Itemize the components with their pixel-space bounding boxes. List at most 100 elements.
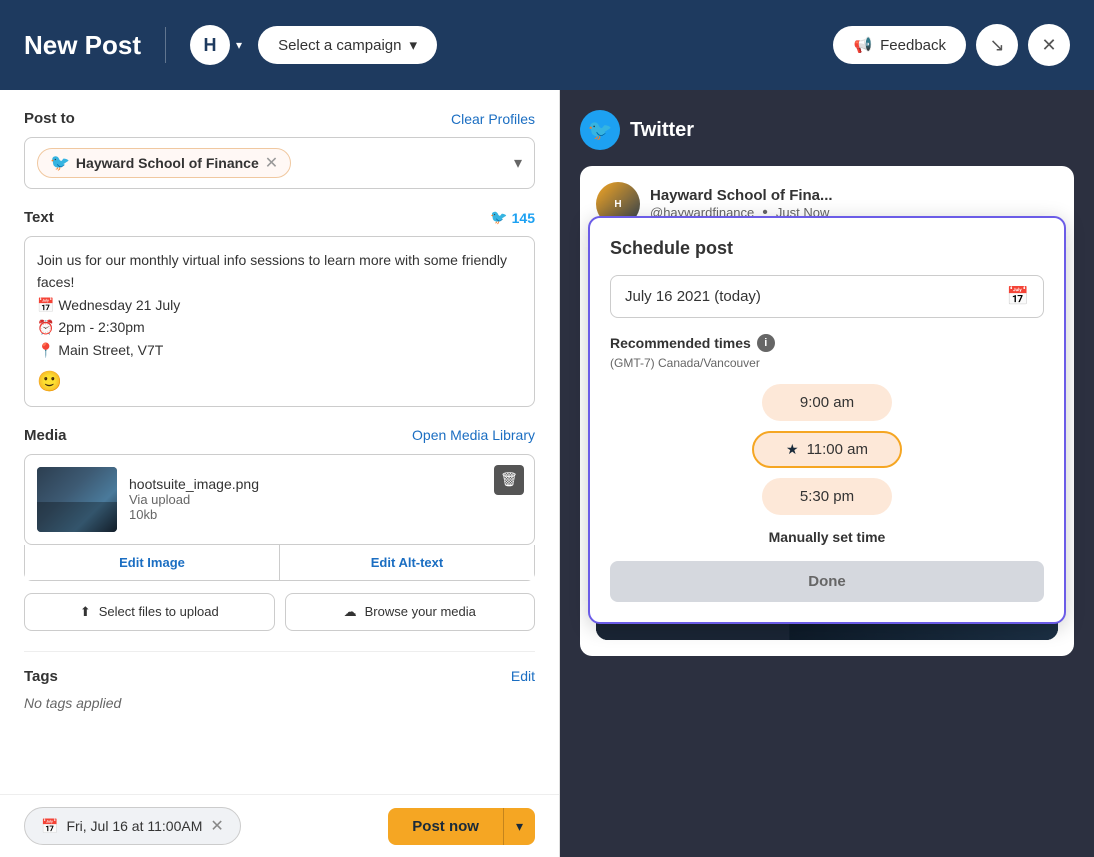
feedback-label: Feedback bbox=[880, 37, 946, 54]
char-count-value: 145 bbox=[512, 210, 535, 226]
post-to-label: Post to bbox=[24, 110, 75, 127]
schedule-post-title: Schedule post bbox=[610, 238, 1044, 259]
tags-edit-link[interactable]: Edit bbox=[511, 668, 535, 684]
account-switcher[interactable]: H ▾ bbox=[190, 25, 242, 65]
megaphone-icon: 📢 bbox=[853, 36, 872, 54]
info-icon[interactable]: i bbox=[757, 334, 775, 352]
edit-alttext-button[interactable]: Edit Alt-text bbox=[280, 545, 534, 580]
post-chevron-icon: ▾ bbox=[516, 818, 523, 834]
twitter-platform-icon: 🐦 bbox=[580, 110, 620, 150]
upload-icon: ⬆ bbox=[80, 604, 91, 620]
recommended-label: Recommended times bbox=[610, 335, 751, 351]
header: New Post H ▾ Select a campaign ▾ 📢 Feedb… bbox=[0, 0, 1094, 90]
account-chevron-icon: ▾ bbox=[236, 38, 242, 52]
main-content: Post to Clear Profiles 🐦 Hayward School … bbox=[0, 90, 1094, 857]
recommended-header: Recommended times i bbox=[610, 334, 1044, 352]
close-button[interactable]: ✕ bbox=[1028, 24, 1070, 66]
calendar-icon: 📅 bbox=[1007, 286, 1029, 307]
campaign-selector-button[interactable]: Select a campaign ▾ bbox=[258, 26, 437, 64]
twitter-label: Twitter bbox=[630, 119, 694, 142]
twitter-bird-icon: 🐦 bbox=[50, 153, 70, 173]
star-icon: ★ bbox=[786, 441, 799, 458]
remove-schedule-button[interactable]: ✕ bbox=[210, 816, 223, 836]
minimize-icon: ↘ bbox=[989, 35, 1004, 56]
profile-tag: 🐦 Hayward School of Finance ✕ bbox=[37, 148, 291, 178]
media-label: Media bbox=[24, 427, 67, 444]
date-value: July 16 2021 (today) bbox=[625, 288, 761, 305]
media-actions: Edit Image Edit Alt-text bbox=[24, 545, 535, 581]
profile-select-chevron-icon: ▾ bbox=[514, 153, 522, 173]
left-footer: 📅 Fri, Jul 16 at 11:00AM ✕ Post now ▾ bbox=[0, 794, 559, 857]
profile-name: Hayward School of Finance bbox=[76, 155, 259, 171]
post-options-button[interactable]: ▾ bbox=[503, 808, 535, 845]
clear-profiles-link[interactable]: Clear Profiles bbox=[451, 111, 535, 127]
media-filename: hootsuite_image.png bbox=[129, 476, 522, 492]
media-section: Media Open Media Library hootsuite_image… bbox=[24, 427, 535, 631]
select-files-label: Select files to upload bbox=[99, 604, 219, 619]
campaign-chevron-icon: ▾ bbox=[409, 36, 417, 54]
tags-section: Tags Edit No tags applied bbox=[24, 651, 535, 711]
media-info: hootsuite_image.png Via upload 10kb bbox=[129, 476, 522, 522]
twitter-count-icon: 🐦 bbox=[490, 209, 507, 226]
time-option-530pm[interactable]: 5:30 pm bbox=[762, 478, 892, 515]
no-tags-text: No tags applied bbox=[24, 695, 535, 711]
tags-section-header: Tags Edit bbox=[24, 668, 535, 685]
schedule-time: Fri, Jul 16 at 11:00AM bbox=[66, 818, 202, 834]
post-now-button[interactable]: Post now bbox=[388, 808, 503, 845]
media-item: hootsuite_image.png Via upload 10kb 🗑 bbox=[24, 454, 535, 545]
date-input[interactable]: July 16 2021 (today) 📅 bbox=[610, 275, 1044, 318]
edit-image-button[interactable]: Edit Image bbox=[25, 545, 280, 580]
post-to-section-header: Post to Clear Profiles bbox=[24, 110, 535, 127]
media-thumbnail bbox=[37, 467, 117, 532]
bird-icon: 🐦 bbox=[588, 118, 613, 143]
campaign-label: Select a campaign bbox=[278, 37, 401, 54]
remove-profile-button[interactable]: ✕ bbox=[265, 153, 278, 173]
left-panel: Post to Clear Profiles 🐦 Hayward School … bbox=[0, 90, 560, 857]
time-9am-label: 9:00 am bbox=[800, 394, 854, 411]
calendar-badge-icon: 📅 bbox=[41, 818, 58, 835]
char-count: 🐦 145 bbox=[490, 209, 535, 226]
manually-set-time[interactable]: Manually set time bbox=[610, 529, 1044, 545]
time-option-11am[interactable]: ★ 11:00 am bbox=[752, 431, 902, 468]
twitter-header: 🐦 Twitter bbox=[580, 110, 1074, 150]
page-title: New Post bbox=[24, 30, 141, 61]
timezone-text: (GMT-7) Canada/Vancouver bbox=[610, 356, 1044, 370]
emoji-icon: 🙂 bbox=[37, 371, 62, 393]
close-icon: ✕ bbox=[1041, 35, 1056, 56]
tweet-preview: H Hayward School of Fina... @haywardfina… bbox=[580, 166, 1074, 656]
header-divider bbox=[165, 27, 166, 63]
text-section: Text 🐦 145 Join us for our monthly virtu… bbox=[24, 209, 535, 407]
post-button-group: Post now ▾ bbox=[388, 808, 535, 845]
right-panel: 🐦 Twitter H Hayward School of Fina... @h… bbox=[560, 90, 1094, 857]
media-section-header: Media Open Media Library bbox=[24, 427, 535, 444]
time-option-9am[interactable]: 9:00 am bbox=[762, 384, 892, 421]
select-files-button[interactable]: ⬆ Select files to upload bbox=[24, 593, 275, 631]
trash-icon: 🗑 bbox=[500, 471, 518, 488]
emoji-button[interactable]: 🙂 bbox=[37, 369, 62, 394]
minimize-button[interactable]: ↘ bbox=[976, 24, 1018, 66]
cloud-icon: ☁ bbox=[344, 604, 357, 620]
time-530pm-label: 5:30 pm bbox=[800, 488, 854, 505]
building-image bbox=[37, 467, 117, 532]
text-content[interactable]: Join us for our monthly virtual info ses… bbox=[37, 249, 522, 361]
browse-media-label: Browse your media bbox=[365, 604, 476, 619]
browse-media-button[interactable]: ☁ Browse your media bbox=[285, 593, 536, 631]
feedback-button[interactable]: 📢 Feedback bbox=[833, 26, 966, 64]
upload-buttons: ⬆ Select files to upload ☁ Browse your m… bbox=[24, 593, 535, 631]
media-size: 10kb bbox=[129, 507, 522, 522]
media-source: Via upload bbox=[129, 492, 522, 507]
delete-media-button[interactable]: 🗑 bbox=[494, 465, 524, 495]
tweet-author-name: Hayward School of Fina... bbox=[650, 187, 833, 204]
schedule-post-overlay: Schedule post July 16 2021 (today) 📅 Rec… bbox=[588, 216, 1066, 624]
open-media-library-link[interactable]: Open Media Library bbox=[412, 427, 535, 443]
time-11am-label: 11:00 am bbox=[807, 441, 868, 458]
time-options: 9:00 am ★ 11:00 am 5:30 pm bbox=[610, 384, 1044, 515]
tags-label: Tags bbox=[24, 668, 58, 685]
profile-select-box[interactable]: 🐦 Hayward School of Finance ✕ ▾ bbox=[24, 137, 535, 189]
avatar[interactable]: H bbox=[190, 25, 230, 65]
text-area-wrapper[interactable]: Join us for our monthly virtual info ses… bbox=[24, 236, 535, 407]
header-actions: 📢 Feedback ↘ ✕ bbox=[833, 24, 1070, 66]
text-section-header: Text 🐦 145 bbox=[24, 209, 535, 226]
done-button[interactable]: Done bbox=[610, 561, 1044, 602]
schedule-badge: 📅 Fri, Jul 16 at 11:00AM ✕ bbox=[24, 807, 241, 845]
